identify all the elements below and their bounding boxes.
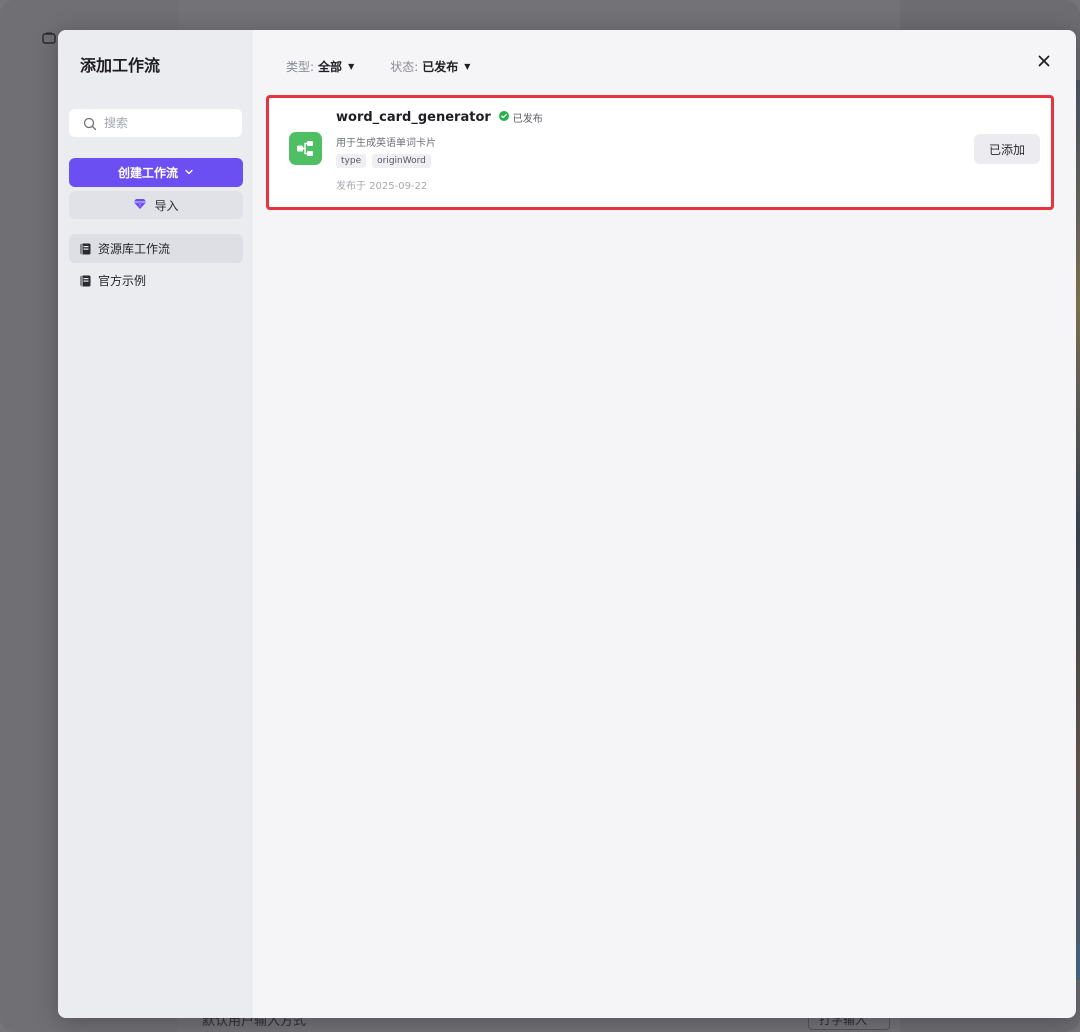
import-label: 导入 [154,198,179,213]
nav-item-label: 资源库工作流 [98,242,171,256]
status-filter-label: 状态: [390,60,419,74]
workflow-name: word_card_generator [336,110,491,125]
modal-sidebar: 添加工作流 创建工作流 导入 资源库工作流 [58,30,253,1018]
import-button[interactable]: 导入 [69,191,243,219]
type-filter[interactable]: 类型: 全部 ▼ [286,58,354,75]
workflow-card[interactable]: word_card_generator 已发布 用于生成英语单词卡片 type … [268,97,1052,208]
create-workflow-label: 创建工作流 [117,166,178,180]
workflow-tag: type [336,154,367,168]
background-bot-icon [42,32,56,47]
workflow-icon [289,132,322,165]
nav-item-label: 官方示例 [98,274,147,288]
diamond-icon [133,198,147,213]
type-filter-label: 类型: [286,60,315,74]
create-workflow-button[interactable]: 创建工作流 [69,158,243,187]
type-filter-value: 全部 [318,60,343,74]
workflow-publish-date: 发布于 2025-09-22 [336,181,428,192]
nav-item-library-workflows[interactable]: 资源库工作流 [69,234,243,263]
search-icon [83,116,97,131]
caret-down-icon: ▼ [348,62,355,71]
modal-title: 添加工作流 [80,56,161,75]
status-filter[interactable]: 状态: 已发布 ▼ [390,58,470,75]
added-button[interactable]: 已添加 [974,134,1040,164]
add-workflow-modal: 添加工作流 创建工作流 导入 资源库工作流 [58,30,1076,1018]
chevron-down-icon [184,166,194,180]
filter-bar: 类型: 全部 ▼ 状态: 已发布 ▼ [286,58,470,75]
workflow-description: 用于生成英语单词卡片 [336,138,436,149]
search-input[interactable] [104,116,234,130]
workflow-tag: originWord [372,154,431,168]
workflow-title-row: word_card_generator 已发布 [336,110,543,125]
status-badge: 已发布 [498,110,543,125]
nav-item-official-examples[interactable]: 官方示例 [69,266,243,295]
status-text: 已发布 [512,114,543,125]
caret-down-icon: ▼ [464,62,471,71]
book-icon [80,275,91,287]
book-icon [80,243,91,255]
workflow-tags: type originWord [336,154,431,168]
close-icon [1038,52,1050,71]
check-circle-icon [498,111,509,124]
status-filter-value: 已发布 [422,60,459,74]
search-box[interactable] [69,109,242,137]
close-button[interactable] [1033,50,1055,72]
